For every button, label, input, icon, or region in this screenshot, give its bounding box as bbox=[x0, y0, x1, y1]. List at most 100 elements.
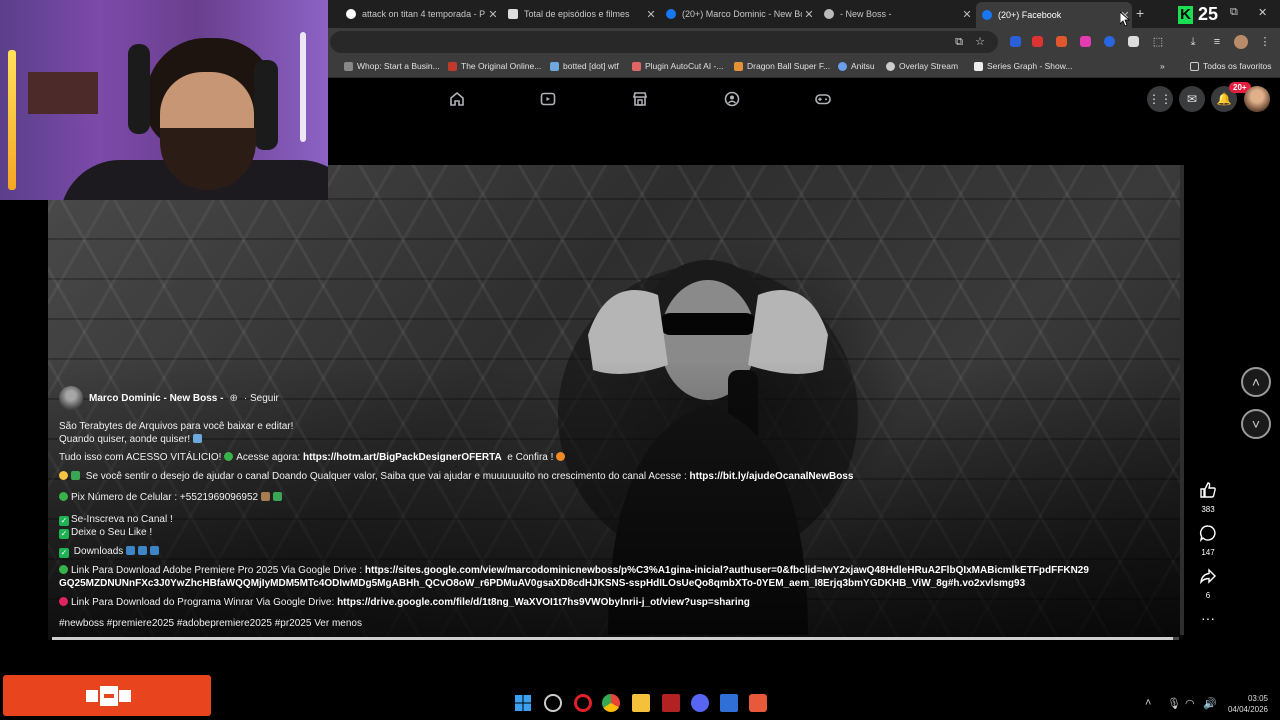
new-tab-button[interactable]: + bbox=[1136, 5, 1144, 21]
close-tab-icon[interactable]: ✕ bbox=[802, 8, 816, 21]
author-avatar[interactable] bbox=[59, 386, 83, 410]
tab-new-boss[interactable]: - New Boss - ✕ bbox=[818, 4, 974, 24]
arrow-down-icon bbox=[126, 546, 136, 555]
video-progress-bar[interactable] bbox=[52, 637, 1179, 640]
green-circle-icon bbox=[59, 492, 68, 501]
check-icon: ✓ bbox=[59, 529, 69, 539]
tab-episodios[interactable]: Total de episódios e filmes ✕ bbox=[502, 4, 658, 24]
menu-grid-icon[interactable]: ⋮⋮ bbox=[1147, 86, 1173, 112]
arrow-down-icon bbox=[138, 546, 148, 555]
app-icon[interactable] bbox=[749, 694, 767, 712]
restore-icon[interactable]: ⧉ bbox=[1230, 6, 1238, 19]
previous-reel-button[interactable]: ˄ bbox=[1241, 367, 1271, 397]
media-controls-icon[interactable]: ≡ bbox=[1210, 35, 1224, 49]
see-less-link[interactable]: Ver menos bbox=[314, 618, 362, 629]
extension-icon[interactable] bbox=[1010, 36, 1021, 47]
groups-icon[interactable] bbox=[723, 90, 741, 108]
next-reel-button[interactable]: ˅ bbox=[1241, 409, 1271, 439]
video-icon[interactable] bbox=[539, 90, 557, 108]
account-avatar[interactable] bbox=[1244, 86, 1270, 112]
extension-icon[interactable] bbox=[1032, 36, 1043, 47]
menu-kebab-icon[interactable]: ⋮ bbox=[1258, 35, 1272, 49]
extension-icon[interactable] bbox=[1056, 36, 1067, 47]
like-action[interactable]: 383 bbox=[1196, 481, 1220, 514]
extension-icon[interactable] bbox=[1104, 36, 1115, 47]
bookmark-whop[interactable]: Whop: Start a Busin... bbox=[344, 61, 440, 71]
wifi-icon[interactable]: ◠ bbox=[1185, 697, 1195, 710]
gaming-app-icon[interactable] bbox=[544, 694, 562, 712]
author-name[interactable]: Marco Dominic - New Boss - bbox=[89, 392, 223, 405]
windows-start-icon[interactable] bbox=[514, 694, 532, 712]
bookmark-icon bbox=[838, 61, 847, 71]
green-circle-icon bbox=[59, 565, 68, 574]
caption-subscribe: ✓ Se-Inscreva no Canal ! ✓ Deixe o Seu Lik… bbox=[59, 514, 173, 539]
tray-chevron-icon[interactable]: ˄ bbox=[1145, 697, 1151, 709]
tab-facebook-active[interactable]: (20+) Facebook ✕ bbox=[976, 2, 1132, 28]
video-progress-fill bbox=[52, 637, 1174, 640]
caption-premiere: Link Para Download Adobe Premiere Pro 20… bbox=[59, 565, 1089, 589]
gaming-icon[interactable] bbox=[814, 90, 832, 108]
bookmark-icon bbox=[734, 61, 743, 71]
scrollbar[interactable] bbox=[1180, 165, 1184, 635]
green-circle-icon bbox=[224, 452, 234, 461]
bookmark-botted[interactable]: botted [dot] wtf bbox=[550, 61, 619, 71]
marketplace-icon[interactable] bbox=[631, 90, 649, 108]
extension-icon[interactable] bbox=[1128, 36, 1139, 47]
notepad-icon[interactable] bbox=[720, 694, 738, 712]
bookmark-star-icon[interactable]: ☆ bbox=[973, 35, 987, 49]
bookmark-dragon-ball[interactable]: Dragon Ball Super F... bbox=[734, 61, 830, 71]
caption-downloads: ✓ Downloads bbox=[59, 545, 1089, 558]
bookmark-original-online[interactable]: The Original Online... bbox=[448, 61, 541, 71]
extension-icon[interactable] bbox=[1080, 36, 1091, 47]
address-field[interactable] bbox=[330, 31, 998, 53]
winrar-link[interactable]: https://drive.google.com/file/d/1t8ng_Wa… bbox=[337, 597, 750, 608]
news-app-icon[interactable] bbox=[662, 694, 680, 712]
file-explorer-icon[interactable] bbox=[632, 694, 650, 712]
discord-icon[interactable] bbox=[691, 694, 709, 712]
chrome-icon[interactable] bbox=[602, 694, 620, 712]
microphone-icon[interactable]: 🎙 bbox=[1167, 697, 1181, 710]
bookmark-icon bbox=[632, 61, 641, 71]
mouse-cursor-icon bbox=[1120, 12, 1130, 26]
more-options-icon[interactable]: ··· bbox=[1196, 610, 1220, 626]
hashtags[interactable]: #newboss #premiere2025 #adobepremiere202… bbox=[59, 618, 311, 629]
thumbs-up-icon bbox=[1200, 482, 1216, 498]
bookmark-all-favorites[interactable]: Todos os favoritos bbox=[1190, 61, 1272, 71]
bookmark-icon bbox=[448, 61, 457, 71]
tab-attack-on-titan[interactable]: attack on titan 4 temporada - P ✕ bbox=[340, 4, 500, 24]
close-window-icon[interactable]: ✕ bbox=[1258, 6, 1267, 19]
caption-intro: São Terabytes de Arquivos para você baix… bbox=[59, 421, 294, 445]
document-icon bbox=[508, 9, 518, 19]
bookmark-autocut[interactable]: Plugin AutoCut AI -... bbox=[632, 61, 723, 71]
close-tab-icon[interactable]: ✕ bbox=[644, 8, 658, 21]
support-link[interactable]: https://bit.ly/ajudeOcanalNewBoss bbox=[690, 471, 854, 482]
webcam-overlay bbox=[0, 0, 328, 200]
volume-icon[interactable]: 🔊 bbox=[1203, 697, 1217, 710]
profile-avatar-icon[interactable] bbox=[1234, 35, 1248, 49]
bookmark-overlay-stream[interactable]: Overlay Stream bbox=[886, 61, 958, 71]
bookmark-anitsu[interactable]: Anitsu bbox=[838, 61, 875, 71]
home-icon[interactable] bbox=[448, 90, 466, 108]
messenger-icon[interactable]: ✉ bbox=[1179, 86, 1205, 112]
caption-access: Tudo isso com ACESSO VITÁLICIO! Acesse a… bbox=[59, 451, 1089, 464]
tab-marco-dominic[interactable]: (20+) Marco Dominic - New Bo ✕ bbox=[660, 4, 816, 24]
close-tab-icon[interactable]: ✕ bbox=[486, 8, 500, 21]
bookmark-series-graph[interactable]: Series Graph - Show... bbox=[974, 61, 1073, 71]
kick-badge[interactable]: K 25 bbox=[1178, 4, 1218, 25]
caption-hashtags: #newboss #premiere2025 #adobepremiere202… bbox=[59, 617, 1089, 630]
follow-link[interactable]: · Seguir bbox=[244, 392, 279, 405]
install-app-icon[interactable]: ⧉ bbox=[952, 35, 966, 49]
facebook-icon bbox=[982, 10, 992, 20]
system-clock[interactable]: 03:05 04/04/2026 bbox=[1224, 693, 1268, 715]
share-action[interactable]: 6 bbox=[1196, 567, 1220, 600]
opera-gx-icon[interactable] bbox=[574, 694, 592, 712]
extensions-puzzle-icon[interactable]: ⬚ bbox=[1151, 35, 1165, 49]
hotmart-link[interactable]: https://hotm.art/BigPackDesignerOFERTA bbox=[303, 452, 502, 463]
screen: attack on titan 4 temporada - P ✕ Total … bbox=[0, 0, 1280, 720]
caption-pix: Pix Número de Celular : +5521969096952 bbox=[59, 491, 1089, 504]
bookmarks-overflow-icon[interactable]: » bbox=[1160, 61, 1165, 71]
close-tab-icon[interactable]: ✕ bbox=[960, 8, 974, 21]
download-icon[interactable]: ⤓ bbox=[1186, 35, 1200, 49]
comment-action[interactable]: 147 bbox=[1196, 524, 1220, 557]
arrow-down-icon bbox=[150, 546, 160, 555]
